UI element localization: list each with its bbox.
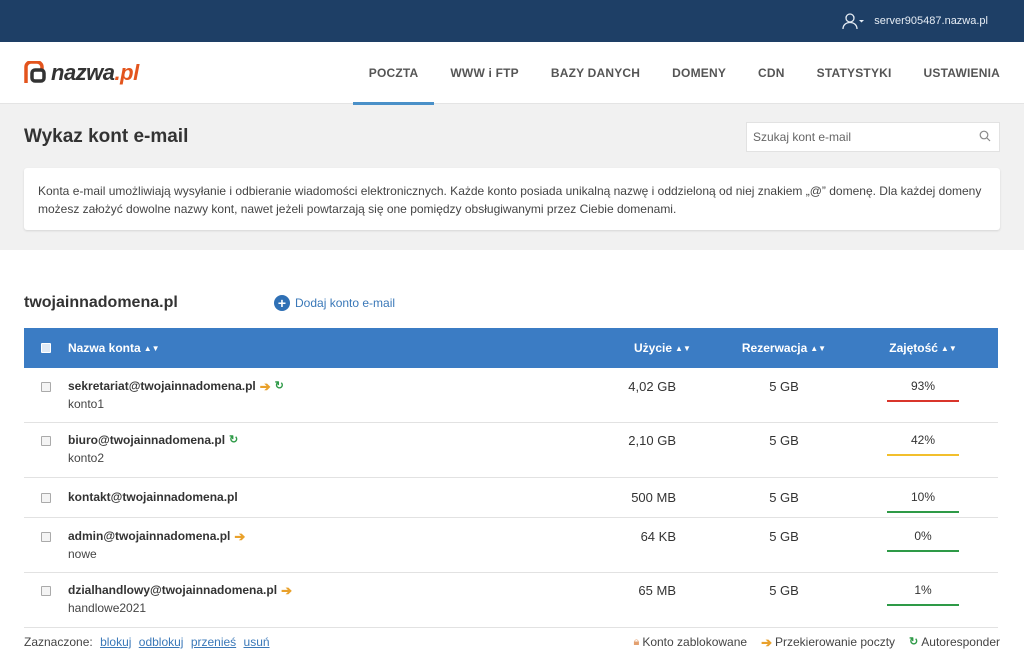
add-account-label: Dodaj konto e-mail [295,296,396,310]
occupancy-percent: 1% [914,583,932,597]
domain-row: twojainnadomena.pl + Dodaj konto e-mail [0,292,1024,314]
header-reservation[interactable]: Rezerwacja ▲▼ [720,341,848,355]
row-checkbox[interactable] [41,436,51,446]
nav-statystyki[interactable]: STATYSTYKI [801,42,908,104]
occupancy-bar [887,511,959,513]
block-link[interactable]: blokuj [100,635,131,649]
refresh-icon: ↻ [274,379,284,392]
refresh-icon: ↻ [909,635,919,648]
search-icon[interactable] [979,130,991,145]
bulk-actions: Zaznaczone: blokuj odblokuj przenieś usu… [24,635,270,649]
arrow-right-icon: ➔ [281,582,292,598]
legend-forward: Przekierowanie poczty [774,635,896,649]
main-header: nazwa.pl POCZTA WWW i FTP BAZY DANYCH DO… [0,42,1024,105]
occupancy-percent: 93% [910,379,936,393]
move-link[interactable]: przenieś [191,635,236,649]
page-title: Wykaz kont e-mail [24,126,189,147]
top-bar: server905487.nazwa.pl [0,0,1024,42]
account-email[interactable]: biuro@twojainnadomena.pl [68,433,225,447]
reservation-value: 5 GB [769,379,799,394]
sort-icon: ▲▼ [940,343,957,353]
nazwa-pl-logo[interactable]: nazwa.pl [24,60,139,86]
selected-label: Zaznaczone: [24,635,93,649]
table-footer: Zaznaczone: blokuj odblokuj przenieś usu… [0,628,1024,656]
row-checkbox[interactable] [41,382,51,392]
arrow-right-icon: ➔ [259,378,271,394]
logo-tld: .pl [114,59,140,85]
refresh-icon: ↻ [229,433,239,446]
server-name: server905487.nazwa.pl [874,15,988,27]
user-icon [842,12,865,30]
usage-value: 2,10 GB [628,433,676,448]
occupancy-percent: 42% [910,433,936,447]
table-row[interactable]: kontakt@twojainnadomena.pl 500 MB 5 GB 1… [24,478,998,518]
account-email[interactable]: kontakt@twojainnadomena.pl [68,490,238,504]
occupancy-bar [887,604,959,606]
sort-icon: ▲▼ [675,344,691,353]
nav-domeny[interactable]: DOMENY [656,42,742,104]
select-all-checkbox[interactable] [41,343,51,353]
accounts-table: Nazwa konta ▲▼ Użycie ▲▼ Rezerwacja ▲▼ Zaję… [24,328,998,628]
usage-value: 65 MB [638,583,676,598]
occupancy-bar [887,454,959,456]
nav-cdn[interactable]: CDN [742,42,801,104]
arrow-right-icon: ➔ [761,634,772,650]
usage-value: 4,02 GB [628,379,676,394]
legend-locked: Konto zablokowane [642,635,748,649]
occupancy-bar [887,550,959,552]
info-box: Konta e-mail umożliwiają wysyłanie i odb… [24,168,1000,230]
arrow-right-icon: ➔ [234,528,246,544]
header-occupancy[interactable]: Zajętość ▲▼ [848,341,998,355]
lock-icon: 🔒︎ [633,635,640,648]
logo-text: nazwa [51,59,115,85]
account-email[interactable]: dzialhandlowy@twojainnadomena.pl [68,583,277,597]
account-label: konto2 [68,451,105,465]
table-row[interactable]: admin@twojainnadomena.pl ➔ nowe 64 KB 5 G… [24,518,998,573]
usage-value: 64 KB [640,529,676,544]
header-usage[interactable]: Użycie ▲▼ [610,341,720,355]
add-account-button[interactable]: + Dodaj konto e-mail [274,295,395,311]
nav-bazy-danych[interactable]: BAZY DANYCH [535,42,656,104]
occupancy-percent: 10% [910,490,936,504]
usage-value: 500 MB [631,490,676,505]
table-row[interactable]: biuro@twojainnadomena.pl ↻ konto2 2,10 GB… [24,423,998,478]
reservation-value: 5 GB [769,529,799,544]
reservation-value: 5 GB [769,490,799,505]
reservation-value: 5 GB [769,583,799,598]
account-label: handlowe2021 [68,601,147,615]
sort-icon: ▲▼ [143,344,160,353]
account-email[interactable]: sekretariat@twojainnadomena.pl [68,379,256,393]
plus-circle-icon: + [274,295,290,311]
unblock-link[interactable]: odblokuj [139,635,184,649]
header-name[interactable]: Nazwa konta ▲▼ [68,341,610,355]
search-box [746,122,1000,152]
page-header-section: Wykaz kont e-mail Konta e-mail umożliwia… [0,104,1024,250]
sort-icon: ▲▼ [810,344,827,353]
server-account-menu[interactable]: server905487.nazwa.pl [842,12,988,30]
legend-autoresponder: Autoresponder [921,635,1000,649]
table-row[interactable]: sekretariat@twojainnadomena.pl ➔ ↻ konto1 … [24,368,998,423]
logo-mark-icon [24,60,46,83]
row-checkbox[interactable] [41,586,51,596]
account-label: nowe [68,547,97,561]
nav-poczta[interactable]: POCZTA [352,42,435,105]
row-checkbox[interactable] [41,493,51,503]
nav-www-ftp[interactable]: WWW i FTP [434,42,534,104]
nav-ustawienia[interactable]: USTAWIENIA [908,42,1000,104]
account-email[interactable]: admin@twojainnadomena.pl [68,529,230,543]
occupancy-percent: 0% [914,529,932,543]
account-label: konto1 [68,397,105,411]
row-checkbox[interactable] [41,532,51,542]
delete-link[interactable]: usuń [244,635,270,649]
reservation-value: 5 GB [769,433,799,448]
domain-name: twojainnadomena.pl [24,294,178,311]
search-input[interactable] [753,130,979,144]
table-row[interactable]: dzialhandlowy@twojainnadomena.pl ➔ handlo… [24,573,998,628]
occupancy-bar [887,400,959,402]
legend: 🔒︎ Konto zablokowane ➔ Przekierowanie pocz… [633,635,1000,649]
main-nav: POCZTA WWW i FTP BAZY DANYCH DOMENY CDN … [352,42,1000,105]
table-header: Nazwa konta ▲▼ Użycie ▲▼ Rezerwacja ▲▼ Zaję… [24,328,998,368]
